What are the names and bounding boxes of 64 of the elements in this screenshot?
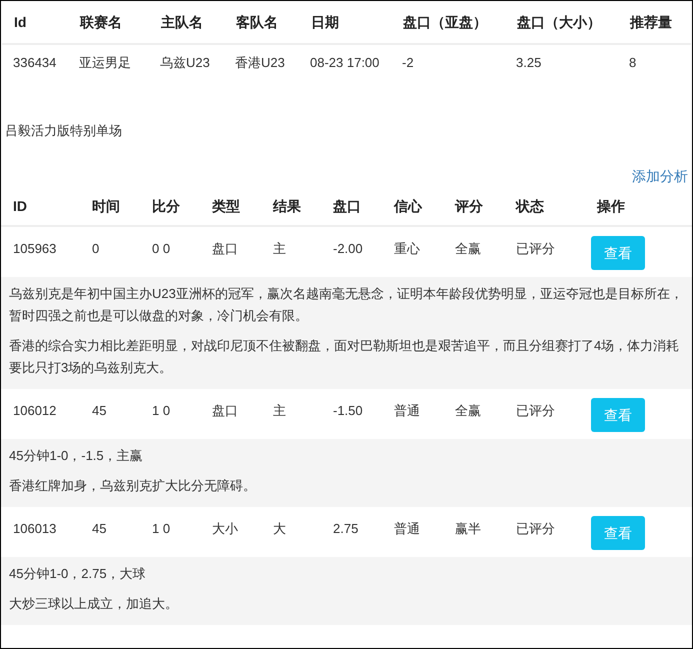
- table-cell-text: -2: [401, 54, 415, 72]
- table-cell-text: -1.50: [332, 402, 364, 420]
- table-cell-text: 106013: [12, 520, 58, 538]
- table-cell-text: 105963: [12, 240, 58, 258]
- table-cell-text: 盘口: [211, 402, 239, 420]
- column-header: 客队名: [235, 12, 279, 32]
- view-button[interactable]: 查看: [591, 516, 645, 550]
- column-header: Id: [13, 12, 28, 32]
- table-cell-text: 已评分: [515, 520, 556, 538]
- table-cell-text: 重心: [393, 240, 421, 258]
- column-header: 日期: [310, 12, 340, 32]
- view-button[interactable]: 查看: [591, 398, 645, 432]
- table-cell-text: 3.25: [515, 54, 542, 72]
- table-cell-text: 全赢: [454, 240, 482, 258]
- table-cell-text: 盘口: [211, 240, 239, 258]
- analysis-text: 45分钟1-0，2.75，大球: [9, 565, 147, 583]
- table-cell-text: 1 0: [151, 520, 172, 538]
- table-cell-text: 已评分: [515, 402, 556, 420]
- table-cell-text: 0 0: [151, 240, 172, 258]
- column-header: 推荐量: [628, 12, 673, 32]
- table-cell-text: 普通: [393, 402, 421, 420]
- table-cell-text: 乌兹U23: [159, 54, 211, 72]
- table-cell-text: 0: [91, 240, 100, 258]
- table-cell-text: 2.75: [332, 520, 360, 538]
- analysis-text: 香港的综合实力相比差距明显，对战印尼顶不住被翻盘，面对巴勒斯坦也是艰苦追平，而且分组赛打了4场，体力消耗要比只打3场的乌兹别克大。: [9, 337, 680, 377]
- column-header: 盘口（亚盘）: [402, 12, 488, 32]
- table-cell-text: 336434: [12, 54, 58, 72]
- section-title: 吕毅活力版特别单场: [4, 122, 123, 140]
- column-header: 时间: [91, 197, 121, 216]
- analysis-text: 乌兹别克是年初中国主办U23亚洲杯的冠军，赢次名越南毫无悬念，证明本年龄段优势明显，亚运夺冠也是目标所在，暂时四强之前也是可以做盘的对象，冷门机会有限。: [9, 285, 684, 325]
- column-header: 结果: [272, 197, 302, 216]
- table-cell-text: 1 0: [151, 402, 172, 420]
- table-cell-text: 8: [628, 54, 638, 72]
- column-header: 联赛名: [78, 12, 123, 32]
- table-cell-text: 45: [91, 520, 108, 538]
- table-cell-text: 08-23 17:00: [309, 54, 380, 72]
- analysis-text: 45分钟1-0，-1.5，主赢: [9, 447, 144, 465]
- column-header: 盘口（大小）: [516, 12, 602, 32]
- table-cell-text: 大小: [211, 520, 239, 538]
- table-cell-text: 大: [272, 520, 287, 538]
- column-header: 状态: [514, 197, 545, 216]
- add-analysis-link[interactable]: 添加分析: [632, 166, 688, 187]
- table-cell-text: 全赢: [454, 402, 482, 420]
- table-cell-text: -2.00: [332, 240, 364, 258]
- column-header: 操作: [596, 197, 626, 216]
- column-header: ID: [12, 197, 28, 216]
- table-cell-text: 106012: [12, 402, 58, 420]
- column-header: 主队名: [160, 12, 204, 32]
- column-header: 类型: [211, 197, 241, 216]
- column-header: 信心: [392, 197, 424, 216]
- column-header: 评分: [454, 197, 484, 216]
- analysis-text: 大炒三球以上成立，加追大。: [9, 595, 179, 613]
- table-cell-text: 赢半: [454, 520, 482, 538]
- table-cell-text: 普通: [393, 520, 421, 538]
- column-header: 比分: [151, 197, 181, 216]
- table-cell-text: 45: [91, 402, 108, 420]
- table-cell-text: 主: [272, 402, 287, 420]
- table-cell-text: 已评分: [515, 240, 556, 258]
- analysis-text: 香港红牌加身，乌兹别克扩大比分无障碍。: [9, 477, 257, 495]
- table-cell-text: 主: [272, 240, 287, 258]
- table-cell-text: 香港U23: [234, 54, 286, 72]
- table-cell-text: 亚运男足: [78, 54, 132, 72]
- view-button[interactable]: 查看: [591, 236, 645, 270]
- column-header: 盘口: [332, 197, 362, 216]
